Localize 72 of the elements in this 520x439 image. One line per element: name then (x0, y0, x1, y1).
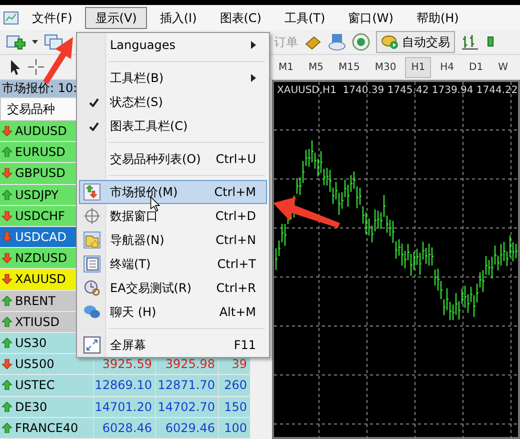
timeframe-tab[interactable]: H1 (405, 56, 432, 78)
symbol-cell-text: US30 (15, 335, 47, 352)
timeframe-tab[interactable]: M5 (302, 56, 330, 78)
symbol-cell-text: USTEC (15, 377, 55, 394)
app-icon[interactable] (3, 10, 19, 26)
menu-item[interactable]: 交易品种列表(O) Ctrl+U (79, 147, 267, 171)
new-chart-icon[interactable] (6, 34, 26, 50)
symbol-cell-text: USDCAD (15, 229, 66, 246)
fullscreen-icon (83, 336, 101, 354)
symbol-cell-text: XTIUSD (15, 314, 60, 331)
submenu-arrow-icon (251, 41, 256, 49)
symbol-cell-text: USDCHF (15, 208, 65, 225)
menu-item[interactable]: 全屏幕 F11 (79, 333, 267, 357)
ask-cell: 14702.70 (155, 396, 218, 417)
bar-chart-icon[interactable] (461, 33, 479, 51)
menu-item[interactable]: Languages (79, 33, 267, 57)
symbol-cell-text: US500 (15, 356, 54, 374)
crosshair-icon[interactable] (27, 58, 45, 76)
spread-cell: 150 (218, 396, 250, 417)
clock-magnifier-icon (83, 279, 101, 297)
menu-item[interactable]: 文件(F) (22, 6, 82, 28)
submenu-arrow-icon (251, 74, 256, 82)
menu-item[interactable]: 图表工具栏(C) (79, 114, 267, 138)
menu-item[interactable]: 显示(V) (85, 6, 147, 28)
menu-item[interactable]: 窗口(W) (338, 6, 404, 28)
quote-row[interactable]: USTEC 12869.10 12871.70 260 (0, 375, 250, 397)
symbol-cell-text: USDJPY (15, 186, 58, 204)
quotes-icon (83, 183, 101, 201)
symbol-cell-text: NZDUSD (15, 250, 68, 268)
menu-item[interactable]: 数据窗口 Ctrl+D (79, 204, 267, 228)
bid-cell: 6028.46 (93, 418, 155, 438)
bid-cell: 12869.10 (93, 375, 155, 396)
crosshair-icon (83, 207, 101, 225)
menu-item[interactable]: EA交易测试(R) Ctrl+R (79, 276, 267, 300)
spread-cell: 100 (218, 418, 250, 438)
autotrade-button[interactable]: 自动交易 (376, 31, 455, 53)
list-window-icon (83, 255, 101, 273)
ask-cell: 6029.46 (155, 418, 218, 438)
quote-row[interactable]: DE30 14701.20 14702.70 150 (0, 396, 250, 418)
symbol-cell-text: AUDUSD (15, 123, 67, 140)
symbol-cell-text: XAUUSD (15, 271, 66, 288)
symbol-cell-text: GBPUSD (15, 165, 66, 182)
menu-item[interactable]: 图表(C) (210, 6, 272, 28)
chat-bubbles-icon (83, 303, 101, 321)
timeframe-tab[interactable]: W (492, 56, 514, 78)
menu-item[interactable]: 状态栏(S) (79, 90, 267, 114)
signal-icon[interactable] (352, 33, 370, 51)
annotation-arrow (41, 36, 75, 84)
timeframe-tab[interactable]: M30 (368, 56, 402, 78)
timeframe-tab[interactable]: M1 (272, 56, 300, 78)
mouse-pointer-icon (150, 196, 161, 212)
timeframe-tab[interactable]: D1 (463, 56, 490, 78)
menu-item[interactable]: 终端(T) Ctrl+T (79, 252, 267, 276)
symbol-cell-text: DE30 (15, 398, 48, 416)
symbol-cell-text: EURUSD (15, 144, 66, 162)
timeframe-tab[interactable]: M15 (332, 56, 366, 78)
menu-item[interactable]: 工具栏(B) (79, 66, 267, 90)
quote-row[interactable]: FRANCE40 6028.46 6029.46 100 (0, 418, 250, 439)
caret-icon[interactable] (32, 40, 38, 44)
menu-item[interactable]: 导航器(N) Ctrl+N (79, 228, 267, 252)
spread-cell: 260 (218, 375, 250, 396)
ask-cell: 12871.70 (155, 375, 218, 396)
symbol-cell-text: FRANCE40 (15, 420, 78, 437)
menu-item[interactable]: 工具(T) (274, 6, 336, 28)
timeframe-tab[interactable]: H4 (434, 56, 460, 78)
menu-item[interactable]: 聊天 (H) Alt+M (79, 300, 267, 324)
chart-header: XAUUSD,H1 1740.39 1745.42 1739.94 1744.22 (277, 84, 518, 98)
menu-item[interactable]: 插入(I) (150, 6, 207, 28)
bid-cell: 14701.20 (93, 396, 155, 417)
menu-item[interactable]: 市场报价(M) Ctrl+M (79, 180, 267, 204)
symbol-cell-text: BRENT (15, 292, 56, 310)
menu-item[interactable]: 帮助(H) (406, 6, 469, 28)
